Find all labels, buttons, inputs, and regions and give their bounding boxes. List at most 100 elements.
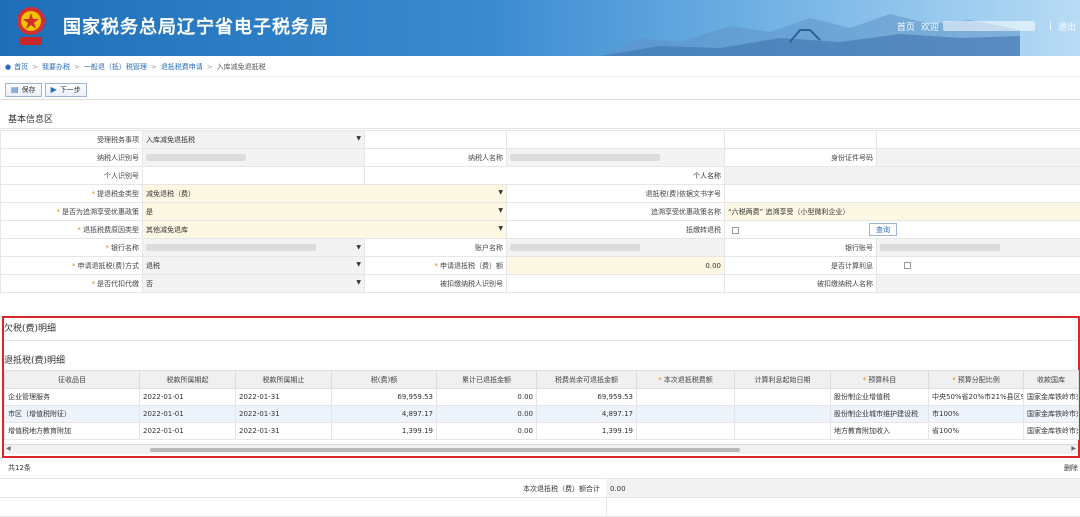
table-cell: 0.00 <box>436 405 537 423</box>
column-header: 收款国库 <box>1023 370 1079 389</box>
welcome-text: 欢迎 <box>920 22 939 33</box>
basic-info-title: 基本信息区 <box>0 109 1080 129</box>
offset-refund-checkbox[interactable] <box>732 226 739 234</box>
home-link[interactable]: 首页 <box>897 20 915 33</box>
next-step-button[interactable]: ▶ 下一步 <box>44 82 87 97</box>
location-pin-icon: ● <box>5 62 12 71</box>
table-cell[interactable] <box>636 405 735 423</box>
refund-amount-input[interactable]: 0.00 <box>506 256 725 275</box>
table-body: 企业管理服务 2022-01-01 2022-01-31 69,959.53 0.00 6… <box>4 388 1079 440</box>
personal-id-field[interactable] <box>142 166 365 185</box>
bank-name-label: * 银行名称 <box>0 238 143 257</box>
refund-reason-select[interactable]: 其他减免退库 ▼ <box>142 220 507 239</box>
calc-interest-checkbox[interactable] <box>904 262 911 269</box>
column-header: 税费尚余可退抵金额 <box>536 370 637 389</box>
scroll-left-arrow-icon[interactable]: ◀ <box>6 445 11 452</box>
pursue-policy-label: * 是否为追溯享受优惠政策 <box>0 202 143 221</box>
refund-sum-row: 本次退抵税（费）额合计 0.00 <box>0 478 1080 498</box>
table-cell: 0.00 <box>436 422 537 440</box>
table-cell <box>734 422 831 440</box>
table-cell: 股份制企业增值税 <box>830 388 929 406</box>
calc-interest-label: 是否计算利息 <box>724 256 877 275</box>
table-cell[interactable] <box>636 422 735 440</box>
business-item-select[interactable]: 入库减免退抵税 ▼ <box>142 130 365 149</box>
business-item-label: 受理税务事项 <box>0 130 143 149</box>
table-header-row: 征收品目 税款所属期起 税款所属期止 税(费)额 累计已退抵金额 税费尚余可退抵金额 * 本次… <box>4 370 1079 389</box>
owed-tax-detail-title: 欠税(费)明细 <box>4 323 57 334</box>
taxpayer-name-label: 纳税人名称 <box>364 148 507 167</box>
table-cell: 1,399.19 <box>536 422 637 440</box>
personal-name-field <box>724 166 1080 185</box>
scroll-right-arrow-icon[interactable]: ▶ <box>1071 445 1076 452</box>
refund-reason-label: * 退抵税费原因类型 <box>0 220 143 239</box>
table-cell: 0.00 <box>436 388 537 406</box>
refund-type-label: * 提退税金类型 <box>0 184 143 203</box>
personal-id-label: 个人识别号 <box>0 166 143 185</box>
bank-account-label: 银行账号 <box>724 238 877 257</box>
table-row[interactable]: 增值税地方教育附加 2022-01-01 2022-01-31 1,399.19 0.0… <box>4 422 1079 440</box>
table-cell: 2022-01-01 <box>139 405 236 423</box>
column-header: * 预算科目 <box>830 370 929 389</box>
separator: | <box>1048 21 1052 31</box>
breadcrumb-current: 入库减免退抵税 <box>216 62 266 71</box>
column-header: 计算利息起始日期 <box>734 370 831 389</box>
withhold-select[interactable]: 否 ▼ <box>142 274 365 293</box>
table-cell: 市区（增值税附征） <box>4 405 140 423</box>
calc-interest-cell <box>876 256 1080 275</box>
table-cell: 地方教育附加收入 <box>830 422 929 440</box>
table-cell: 2022-01-01 <box>139 388 236 406</box>
query-button[interactable]: 查询 <box>869 223 897 236</box>
pursue-policy-name-label: 追溯享受优惠政策名称 <box>506 202 725 221</box>
save-icon: ▤ <box>11 85 19 94</box>
save-label: 保存 <box>21 85 36 94</box>
table-cell: 1,399.19 <box>331 422 437 440</box>
table-cell: 国家金库铁岭市兴庆区 <box>1023 422 1079 440</box>
table-row[interactable]: 企业管理服务 2022-01-01 2022-01-31 69,959.53 0.00 6… <box>4 388 1079 406</box>
site-title: 国家税务总局辽宁省电子税务局 <box>63 17 329 38</box>
refund-basis-doc-label: 退抵税(费)依据文书字号 <box>506 184 725 203</box>
table-cell: 省100% <box>928 422 1024 440</box>
column-header: 税款所属期止 <box>235 370 332 389</box>
offset-refund-cell: 查询 <box>724 220 1080 239</box>
breadcrumb: ● 首页 > 我要办税 > 一般退（抵）税管理 > 退抵税费申请 > 入库减免退… <box>0 57 1080 77</box>
personal-name-label: 个人名称 <box>364 166 725 185</box>
table-row[interactable]: 市区（增值税附征） 2022-01-01 2022-01-31 4,897.17 0.0… <box>4 405 1079 423</box>
breadcrumb-tax-handling[interactable]: 我要办税 <box>42 62 70 72</box>
table-cell: 69,959.53 <box>331 388 437 406</box>
refund-basis-doc-field[interactable] <box>724 184 1080 203</box>
pursue-policy-name-field[interactable]: “六税两费” 追溯享受（小型微利企业） <box>724 202 1080 221</box>
column-header: 累计已退抵金额 <box>436 370 537 389</box>
withhold-label: * 是否代扣代缴 <box>0 274 143 293</box>
breadcrumb-home[interactable]: 首页 <box>14 62 28 72</box>
refund-detail-title: 退抵税(费)明细 <box>4 355 66 366</box>
refund-sum-value: 0.00 <box>606 479 1080 497</box>
save-button[interactable]: ▤ 保存 <box>5 82 42 97</box>
taxpayer-name-field <box>506 148 725 167</box>
scrollbar-thumb[interactable] <box>150 448 740 452</box>
bank-name-select[interactable]: ▼ <box>142 238 365 257</box>
app-header: 国家税务总局辽宁省电子税务局 首页 欢迎 | 退出 <box>0 0 1080 56</box>
column-header: 税款所属期起 <box>139 370 236 389</box>
delete-button[interactable]: 删除 <box>1064 463 1078 473</box>
horizontal-scrollbar[interactable]: ◀ ▶ <box>4 444 1078 454</box>
divider <box>4 340 1078 341</box>
id-doc-number-field <box>876 148 1080 167</box>
table-cell: 2022-01-31 <box>235 388 332 406</box>
withheld-taxpayer-id-field[interactable] <box>506 274 725 293</box>
breadcrumb-refund-management[interactable]: 一般退（抵）税管理 <box>84 62 147 72</box>
logout-link[interactable]: 退出 <box>1058 20 1076 33</box>
account-name-field <box>506 238 725 257</box>
table-cell: 国家金库铁岭市兴庆区 <box>1023 388 1079 406</box>
table-cell: 中央50%省20%市21%县区9% <box>928 388 1024 406</box>
breadcrumb-refund-application[interactable]: 退抵税费申请 <box>161 62 203 72</box>
table-cell[interactable] <box>636 388 735 406</box>
account-name-label: 账户名称 <box>364 238 507 257</box>
pursue-policy-select[interactable]: 是 ▼ <box>142 202 507 221</box>
table-cell: 4,897.17 <box>331 405 437 423</box>
table-cell: 市100% <box>928 405 1024 423</box>
table-cell: 4,897.17 <box>536 405 637 423</box>
refund-type-select[interactable]: 减免退税（费） ▼ <box>142 184 507 203</box>
id-doc-number-label: 身份证件号码 <box>724 148 877 167</box>
table-cell: 2022-01-01 <box>139 422 236 440</box>
refund-method-select[interactable]: 退税 ▼ <box>142 256 365 275</box>
